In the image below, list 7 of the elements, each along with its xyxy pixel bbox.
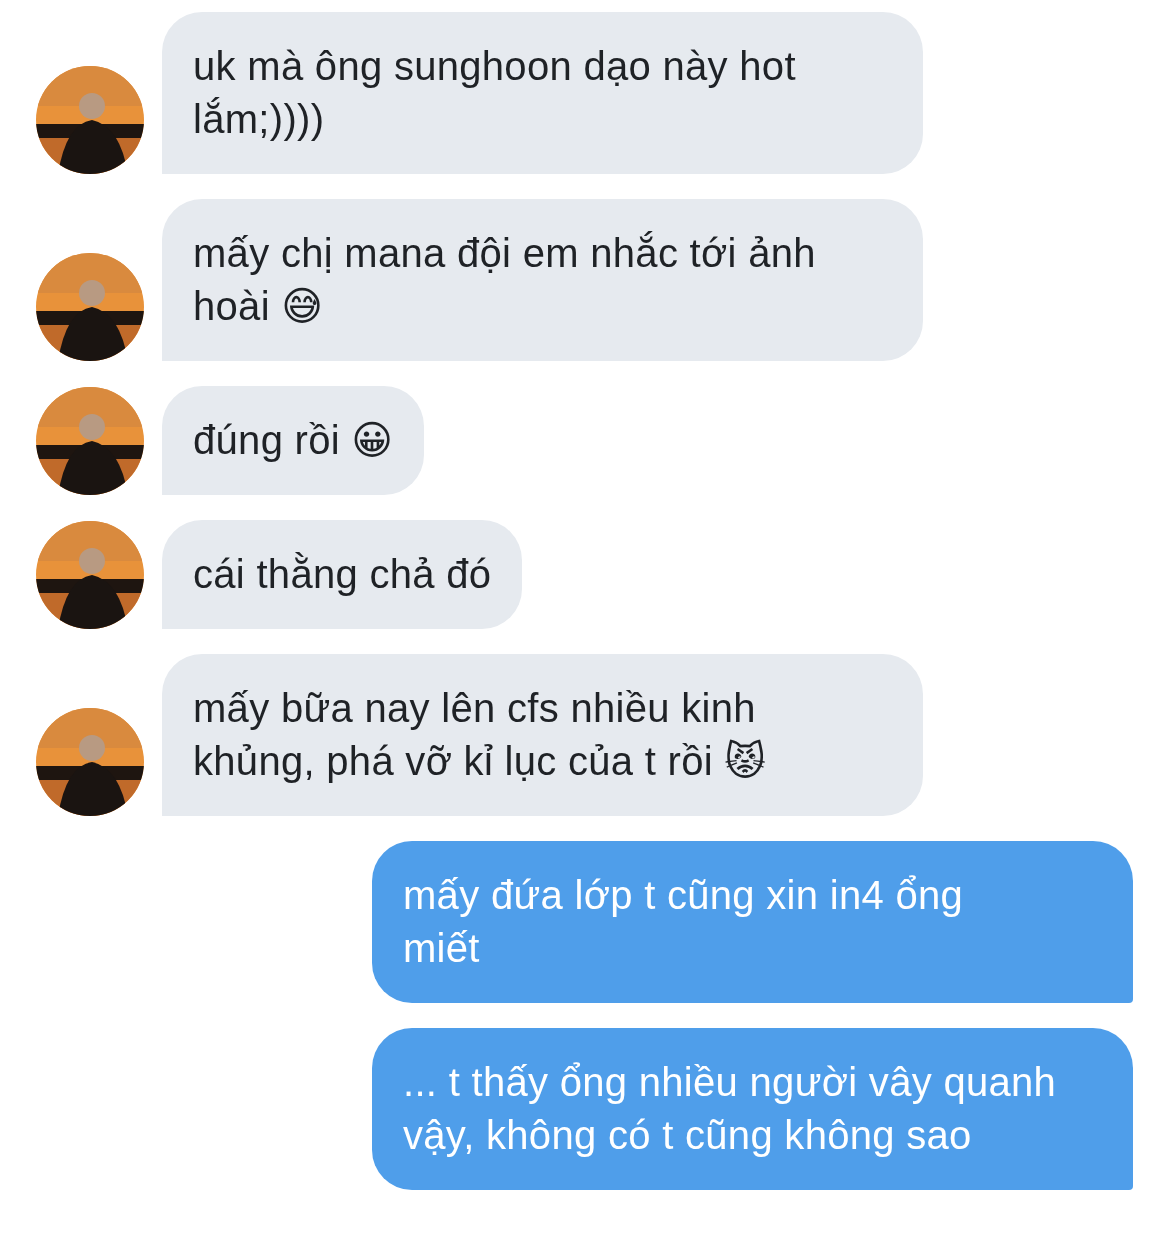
message-bubble: đúng rồi 😀	[162, 386, 425, 495]
message-bubble: ... t thấy ổng nhiều người vây quanh vậy, không có t cũng không sao	[372, 1028, 1133, 1190]
message-bubble: mấy chị mana đội em nhắc tới ảnh hoài 😅	[162, 199, 923, 361]
message-bubble: uk mà ông sunghoon dạo này hot lắm;))))	[162, 12, 923, 174]
message-bubble: mấy đứa lớp t cũng xin in4 ổng miết	[372, 841, 1133, 1003]
message-bubble: mấy bữa nay lên cfs nhiều kinh khủng, phá vỡ kỉ lục của t rồi 😾	[162, 654, 923, 816]
message-bubble: cái thằng chả đó	[162, 520, 523, 629]
